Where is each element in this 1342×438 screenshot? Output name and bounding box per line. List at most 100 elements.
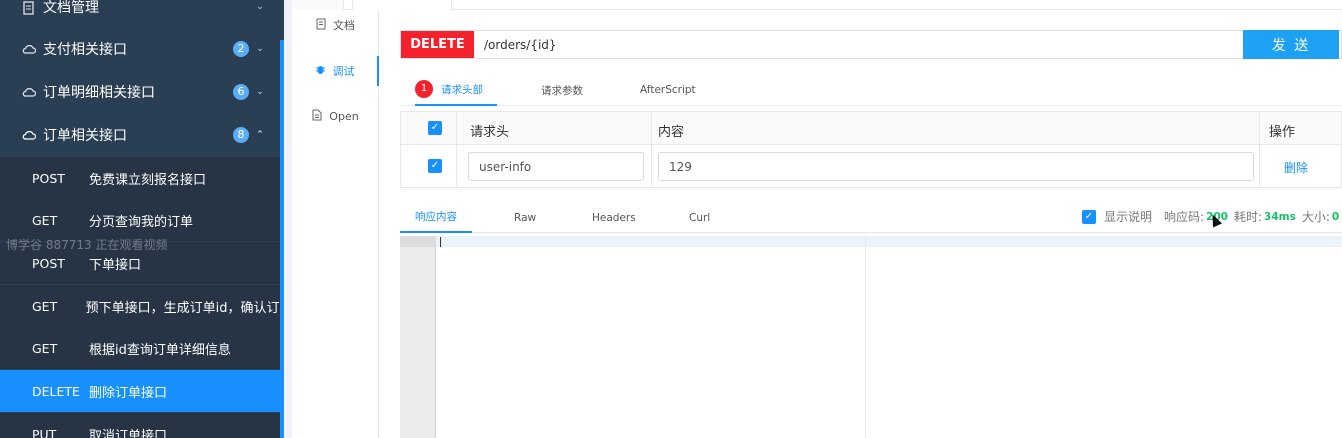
chevron-up-icon: ⌃ <box>256 130 264 140</box>
response-editor[interactable]: 1 <box>400 236 1342 438</box>
bug-icon <box>315 64 326 78</box>
document-icon <box>22 1 36 15</box>
send-button[interactable]: 发 送 <box>1243 30 1339 59</box>
sidebar-group-label: 订单明细相关接口 <box>43 85 155 101</box>
response-time-value: 34ms <box>1264 210 1296 223</box>
response-time-label: 耗时: <box>1233 210 1263 224</box>
column-header-name: 请求头 <box>470 125 510 140</box>
tab-curl[interactable]: Curl <box>689 202 710 233</box>
chevron-down-icon: ⌄ <box>256 44 264 54</box>
column-divider <box>456 112 457 188</box>
sidebar-item-label: 下单接口 <box>89 257 142 273</box>
chevron-down-icon: ⌄ <box>256 2 264 12</box>
splitter <box>284 0 292 438</box>
line-gutter: 1 <box>400 236 436 438</box>
sidebar-group-order-detail[interactable]: 订单明细相关接口 6 ⌄ <box>0 71 280 113</box>
header-table: ✓ 请求头 内容 操作 ✓ user-info 129 删除 <box>400 111 1342 188</box>
tab-label: Headers <box>592 211 636 224</box>
count-badge: 8 <box>233 127 249 143</box>
tab-label: Open <box>329 109 359 123</box>
http-method-label: POST <box>32 255 65 271</box>
sidebar-group-label: 订单相关接口 <box>43 128 127 144</box>
document-icon <box>316 18 326 33</box>
file-icon <box>312 109 322 124</box>
cloud-icon <box>22 43 37 55</box>
video-watermark: 博学谷 887713 正在观看视频 <box>6 238 168 252</box>
active-line-highlight <box>400 236 1342 247</box>
tab-raw[interactable]: Raw <box>514 202 536 233</box>
request-url-bar: DELETE /orders/{id} 发 送 <box>400 30 1342 59</box>
tab-label: 请求头部 <box>441 83 483 96</box>
tab-label: Curl <box>689 211 711 224</box>
sidebar-group-order[interactable]: 订单相关接口 8 ⌃ <box>0 114 280 156</box>
column-divider <box>1259 112 1260 188</box>
count-badge: 2 <box>233 41 249 57</box>
top-tab-active[interactable] <box>352 0 452 10</box>
sidebar-item-label: 预下单接口，生成订单id，确认订单 <box>85 300 280 316</box>
sidebar-item-label: 删除订单接口 <box>89 385 168 401</box>
sidebar-item-free-enroll[interactable]: POST 免费课立刻报名接口 <box>0 157 280 199</box>
sidebar-group-payment[interactable]: 支付相关接口 2 ⌄ <box>0 28 280 70</box>
sidebar: 文档管理 ⌄ 支付相关接口 2 ⌄ 订单明细相关接口 6 ⌄ 订单相关接口 8 <box>0 0 284 438</box>
sidebar-item-label: 取消订单接口 <box>89 428 168 438</box>
tab-label: Raw <box>514 211 537 224</box>
http-method-label: POST <box>32 170 65 186</box>
cloud-icon <box>22 86 37 98</box>
response-size-label: 大小: <box>1301 210 1330 224</box>
top-tab[interactable] <box>292 0 344 10</box>
sidebar-item-order-detail[interactable]: GET 根据id查询订单详细信息 <box>0 327 280 369</box>
request-tabs: 1 请求头部 请求参数 AfterScript <box>400 74 1342 106</box>
sidebar-group-docs[interactable]: 文档管理 ⌄ <box>0 0 280 28</box>
editor-divider <box>865 236 866 438</box>
tab-response-content[interactable]: 响应内容 <box>400 202 472 233</box>
http-method-label: GET <box>32 340 58 356</box>
sidebar-item-label: 根据id查询订单详细信息 <box>89 342 231 358</box>
tab-request-headers[interactable]: 1 请求头部 <box>415 74 497 106</box>
tab-request-params[interactable]: 请求参数 <box>541 74 583 106</box>
tab-docs[interactable]: 文档 <box>292 10 379 40</box>
header-value-input[interactable]: 129 <box>658 152 1254 181</box>
column-header-content: 内容 <box>658 125 685 140</box>
sidebar-group-label: 支付相关接口 <box>43 42 127 58</box>
column-divider <box>651 112 652 188</box>
vertical-tabs: 文档 调试 Open <box>292 10 379 438</box>
cloud-icon <box>22 129 37 141</box>
table-row: ✓ user-info 129 删除 <box>401 145 1341 188</box>
http-method-label: PUT <box>32 426 57 438</box>
sidebar-item-cancel-order[interactable]: PUT 取消订单接口 <box>0 413 280 438</box>
count-badge: 6 <box>233 84 249 100</box>
http-method-label: GET <box>32 298 58 314</box>
chevron-down-icon: ⌄ <box>256 87 264 97</box>
sidebar-item-my-orders[interactable]: GET 分页查询我的订单 <box>0 199 280 241</box>
status-code-label: 响应码: <box>1164 210 1205 224</box>
sidebar-item-delete-order[interactable]: DELETE 删除订单接口 <box>0 370 280 412</box>
top-tab-strip <box>292 0 1342 10</box>
method-select[interactable]: DELETE <box>401 31 474 58</box>
http-method-label: GET <box>32 212 58 228</box>
select-all-checkbox[interactable]: ✓ <box>428 121 442 135</box>
text-caret <box>440 237 441 247</box>
row-checkbox[interactable]: ✓ <box>428 159 442 173</box>
tab-debug[interactable]: 调试 <box>292 56 379 86</box>
sidebar-item-label: 免费课立刻报名接口 <box>89 172 207 188</box>
header-name-input[interactable]: user-info <box>468 152 644 181</box>
tab-label: 调试 <box>332 65 355 78</box>
url-input[interactable]: /orders/{id} <box>474 31 1341 58</box>
app-root: 文档管理 ⌄ 支付相关接口 2 ⌄ 订单明细相关接口 6 ⌄ 订单相关接口 8 <box>0 0 1342 438</box>
show-description-checkbox[interactable]: ✓ <box>1082 209 1096 224</box>
response-size-value: 0 <box>1331 210 1340 223</box>
tab-open[interactable]: Open <box>292 101 379 131</box>
tab-headers[interactable]: Headers <box>592 202 636 233</box>
delete-row-link[interactable]: 删除 <box>1284 159 1308 176</box>
column-header-action: 操作 <box>1269 125 1296 140</box>
tab-label: AfterScript <box>640 84 696 96</box>
sidebar-item-pre-order[interactable]: GET 预下单接口，生成订单id，确认订单 <box>0 285 280 327</box>
http-method-label: DELETE <box>32 383 80 399</box>
response-tabs: 响应内容 Raw Headers Curl ✓ 显示说明 响应码: 200 耗时… <box>400 202 1342 233</box>
count-badge: 1 <box>415 80 433 98</box>
sidebar-item-label: 分页查询我的订单 <box>89 214 194 230</box>
tab-afterscript[interactable]: AfterScript <box>640 74 696 106</box>
tab-label: 请求参数 <box>541 84 583 97</box>
sidebar-group-label: 文档管理 <box>43 0 99 16</box>
show-description-label: 显示说明 <box>1104 210 1153 224</box>
